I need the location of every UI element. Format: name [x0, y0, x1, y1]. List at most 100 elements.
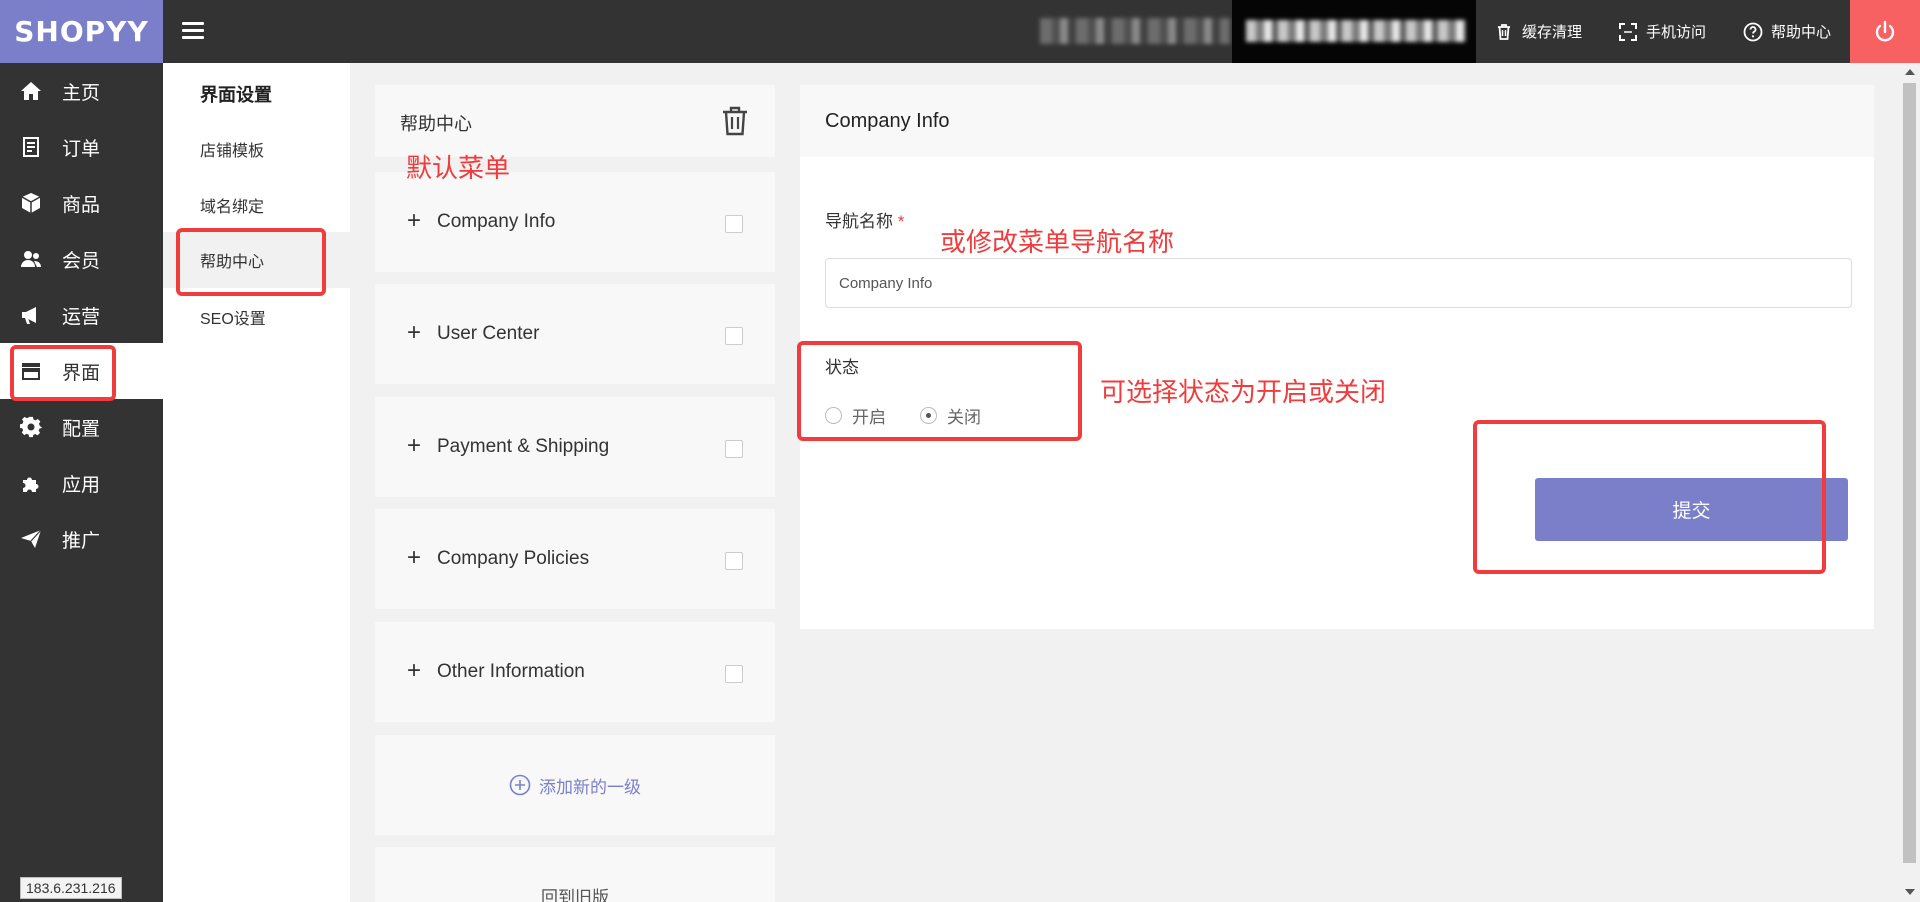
members-icon — [0, 248, 62, 270]
menu-item-label: Payment & Shipping — [437, 436, 610, 457]
menu-item-company-info[interactable]: + Company Info — [375, 172, 775, 272]
annotation-status-hint: 可选择状态为开启或关闭 — [1100, 378, 1387, 408]
panel-header: Company Info — [800, 85, 1874, 157]
menu-item-checkbox[interactable] — [725, 215, 743, 233]
mobile-access-label: 手机访问 — [1646, 24, 1707, 41]
plus-icon[interactable]: + — [407, 434, 421, 458]
menu-item-checkbox[interactable] — [725, 440, 743, 458]
menu-item-payment-shipping[interactable]: + Payment & Shipping — [375, 397, 775, 497]
scroll-up-arrow-icon[interactable] — [1905, 69, 1915, 75]
back-to-old-version-button[interactable]: 回到旧版 — [375, 847, 775, 902]
panel-title: Company Info — [825, 110, 950, 132]
menu-item-company-policies[interactable]: + Company Policies — [375, 509, 775, 609]
send-icon — [0, 528, 62, 550]
status-radio-disabled[interactable]: 关闭 — [920, 403, 981, 428]
sidebar-item-promotion[interactable]: 推广 — [0, 511, 163, 567]
hamburger-menu-icon[interactable] — [182, 22, 204, 40]
plus-circle-icon — [509, 774, 531, 796]
status-radio-enabled[interactable]: 开启 — [825, 403, 886, 428]
megaphone-icon — [0, 304, 62, 326]
logout-button[interactable] — [1850, 0, 1920, 63]
nav-name-input[interactable] — [825, 258, 1852, 308]
scrollbar-thumb[interactable] — [1903, 83, 1916, 863]
radio-label: 关闭 — [947, 408, 981, 427]
sidebar-item-orders[interactable]: 订单 — [0, 119, 163, 175]
plus-icon[interactable]: + — [407, 321, 421, 345]
subnav-item-label: 帮助中心 — [200, 254, 265, 271]
help-center-label: 帮助中心 — [1771, 24, 1832, 41]
plus-icon[interactable]: + — [407, 546, 421, 570]
sidebar-item-home[interactable]: 主页 — [0, 63, 163, 119]
status-label: 状态 — [825, 358, 859, 377]
sidebar-item-label: 推广 — [62, 530, 101, 552]
menu-item-label: User Center — [437, 323, 540, 344]
scan-frame-icon — [1619, 22, 1637, 41]
order-icon — [0, 136, 62, 158]
sidebar-item-label: 配置 — [62, 418, 101, 440]
menu-item-checkbox[interactable] — [725, 665, 743, 683]
top-bar: SHOPYY 缓存清理 手机访问 帮助中心 — [0, 0, 1920, 63]
blurred-account-info — [1232, 0, 1476, 63]
blurred-store-name — [1040, 18, 1230, 44]
menu-item-label: Company Policies — [437, 548, 590, 569]
scroll-down-arrow-icon[interactable] — [1905, 889, 1915, 895]
subnav-item-label: 店铺模板 — [200, 143, 265, 160]
sidebar-item-label: 会员 — [62, 250, 101, 272]
interface-settings-subnav: 界面设置 店铺模板 域名绑定 帮助中心 SEO设置 — [163, 63, 350, 902]
sidebar-item-products[interactable]: 商品 — [0, 175, 163, 231]
subnav-item-help-center[interactable]: 帮助中心 — [163, 232, 350, 288]
subnav-item-domain-binding[interactable]: 域名绑定 — [163, 177, 350, 233]
menu-item-checkbox[interactable] — [725, 552, 743, 570]
sidebar-item-interface[interactable]: 界面 — [0, 343, 163, 399]
menu-item-other-information[interactable]: + Other Information — [375, 622, 775, 722]
add-top-level-button[interactable]: 添加新的一级 — [375, 735, 775, 835]
subnav-item-seo-settings[interactable]: SEO设置 — [163, 289, 350, 345]
sidebar-item-settings[interactable]: 配置 — [0, 399, 163, 455]
sidebar-item-apps[interactable]: 应用 — [0, 455, 163, 511]
submit-button[interactable]: 提交 — [1535, 478, 1848, 541]
menu-edit-panel: Company Info 导航名称 * 状态 开启 关闭 提交 — [800, 85, 1874, 629]
plus-icon[interactable]: + — [407, 209, 421, 233]
shopyy-logo[interactable]: SHOPYY — [0, 0, 163, 63]
home-icon — [0, 80, 62, 102]
page-scrollbar[interactable] — [1900, 63, 1920, 902]
ip-address-badge: 183.6.231.216 — [20, 877, 122, 899]
sidebar-item-label: 商品 — [62, 194, 101, 216]
sidebar-item-operations[interactable]: 运营 — [0, 287, 163, 343]
radio-circle[interactable] — [825, 407, 842, 424]
sidebar-item-label: 应用 — [62, 474, 101, 496]
subnav-item-label: 域名绑定 — [200, 199, 265, 216]
menu-item-user-center[interactable]: + User Center — [375, 284, 775, 384]
radio-label: 开启 — [852, 408, 886, 427]
trash-icon[interactable] — [720, 105, 750, 137]
gear-icon — [0, 416, 62, 438]
subnav-item-label: SEO设置 — [200, 311, 266, 328]
mobile-access-button[interactable]: 手机访问 — [1618, 0, 1706, 63]
help-center-button[interactable]: 帮助中心 — [1743, 0, 1831, 63]
puzzle-icon — [0, 472, 62, 494]
annotation-rename-hint: 或修改菜单导航名称 — [940, 228, 1175, 258]
storefront-icon — [0, 360, 62, 382]
sidebar-item-label: 订单 — [62, 138, 101, 160]
sidebar-item-label: 主页 — [62, 82, 101, 104]
help-menu-header: 帮助中心 — [375, 85, 775, 157]
required-mark: * — [897, 212, 905, 231]
help-menu-title: 帮助中心 — [400, 114, 472, 134]
menu-item-label: Other Information — [437, 661, 585, 682]
sidebar-item-label: 界面 — [62, 362, 101, 384]
power-icon — [1875, 20, 1895, 41]
nav-name-label: 导航名称 * — [825, 207, 904, 232]
plus-icon[interactable]: + — [407, 659, 421, 683]
cache-clear-button[interactable]: 缓存清理 — [1494, 0, 1582, 63]
menu-item-checkbox[interactable] — [725, 327, 743, 345]
product-box-icon — [0, 192, 62, 214]
subnav-item-store-template[interactable]: 店铺模板 — [163, 121, 350, 177]
radio-circle-selected[interactable] — [920, 407, 937, 424]
cache-clear-label: 缓存清理 — [1522, 24, 1583, 41]
sidebar-item-members[interactable]: 会员 — [0, 231, 163, 287]
question-circle-icon — [1743, 22, 1763, 41]
sidebar-item-label: 运营 — [62, 306, 101, 328]
annotation-default-menu: 默认菜单 — [406, 154, 511, 184]
subnav-title: 界面设置 — [200, 85, 272, 105]
nav-name-label-text: 导航名称 — [825, 212, 893, 231]
